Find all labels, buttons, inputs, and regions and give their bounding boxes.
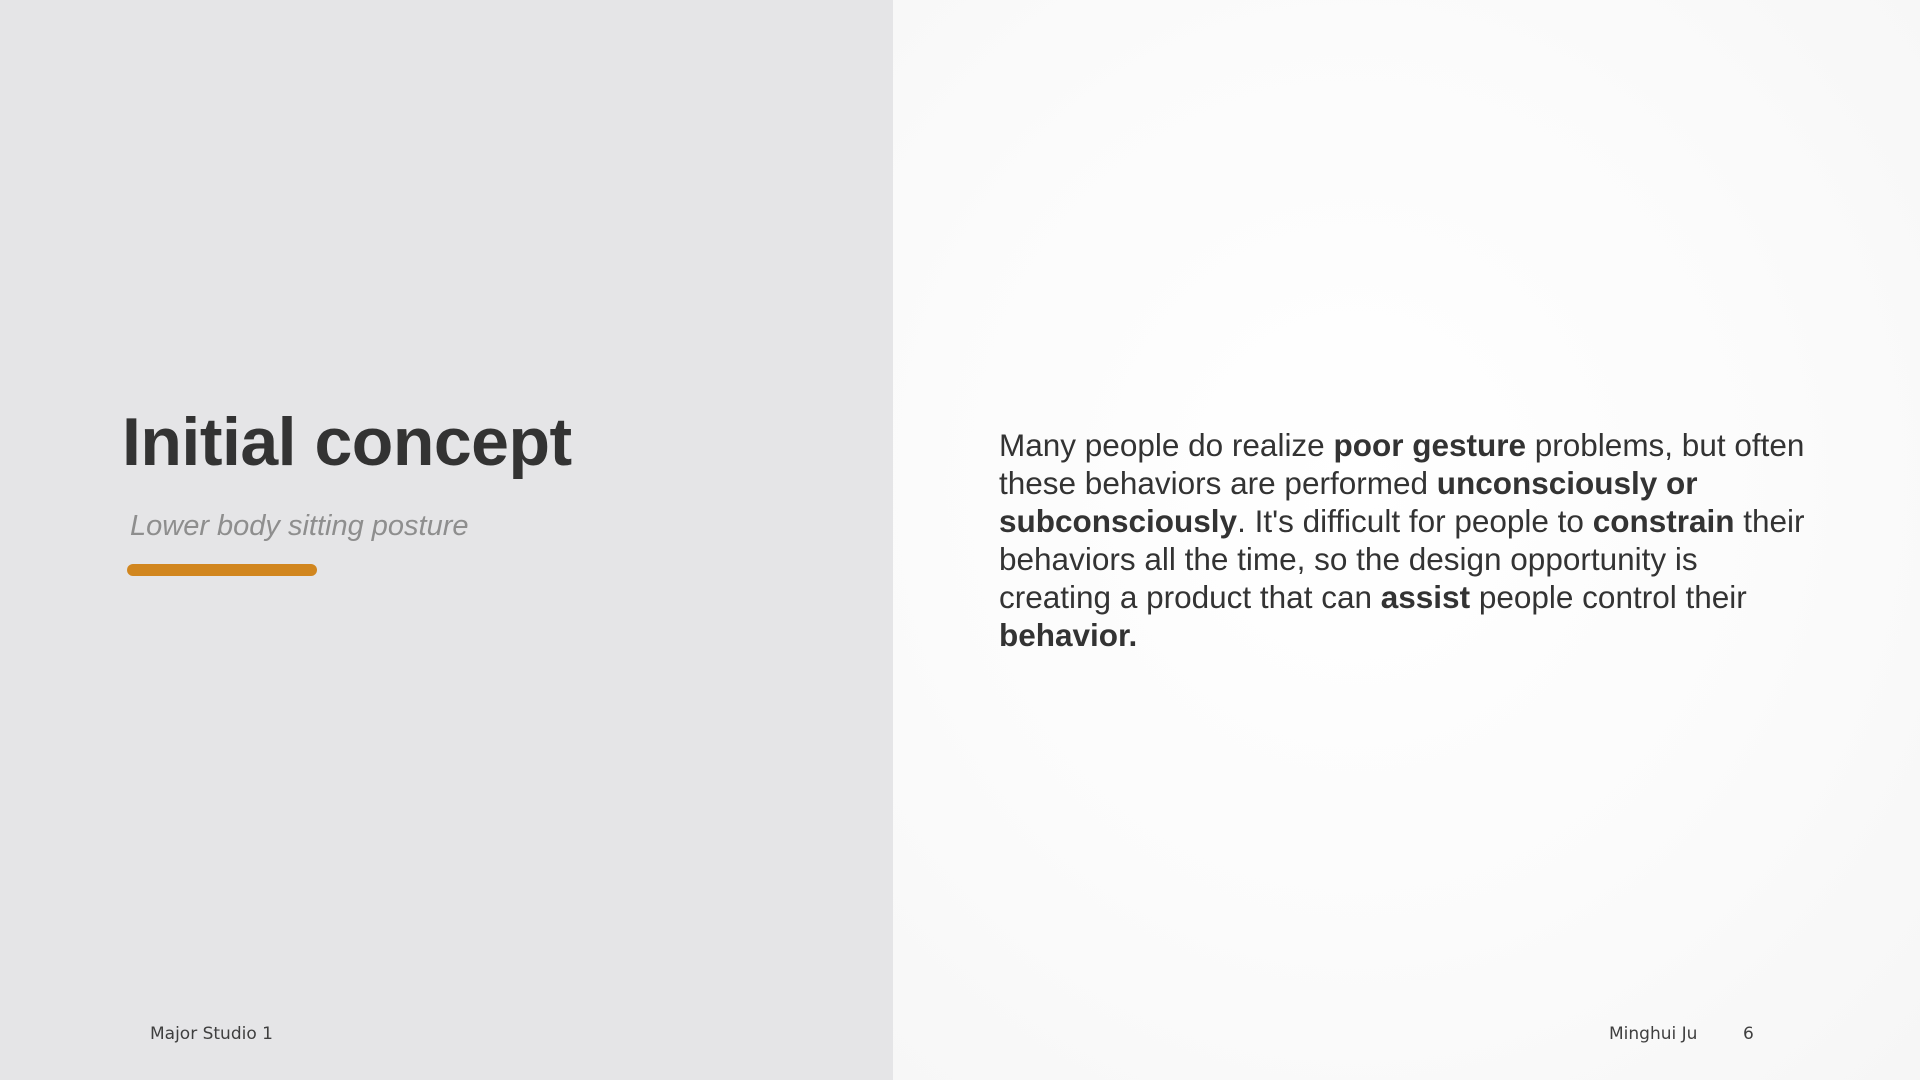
footer-author: Minghui Ju (1609, 1024, 1698, 1044)
footer-course: Major Studio 1 (150, 1024, 273, 1044)
accent-bar (127, 564, 317, 576)
body-emphasis-behavior: behavior. (999, 617, 1138, 653)
body-paragraph: Many people do realize poor gesture prob… (999, 426, 1809, 654)
slide-subtitle: Lower body sitting posture (130, 510, 469, 542)
body-segment: Many people do realize (999, 427, 1334, 463)
page-number: 6 (1743, 1024, 1754, 1044)
left-panel: Initial concept Lower body sitting postu… (0, 0, 893, 1080)
slide-title: Initial concept (122, 404, 572, 480)
slide: Initial concept Lower body sitting postu… (0, 0, 1920, 1080)
body-emphasis-constrain: constrain (1592, 503, 1735, 539)
body-segment: . It's difficult for people to (1237, 503, 1593, 539)
body-emphasis-poor-gesture: poor gesture (1333, 427, 1526, 463)
body-emphasis-assist: assist (1380, 579, 1471, 615)
body-segment: people control their (1470, 579, 1747, 615)
